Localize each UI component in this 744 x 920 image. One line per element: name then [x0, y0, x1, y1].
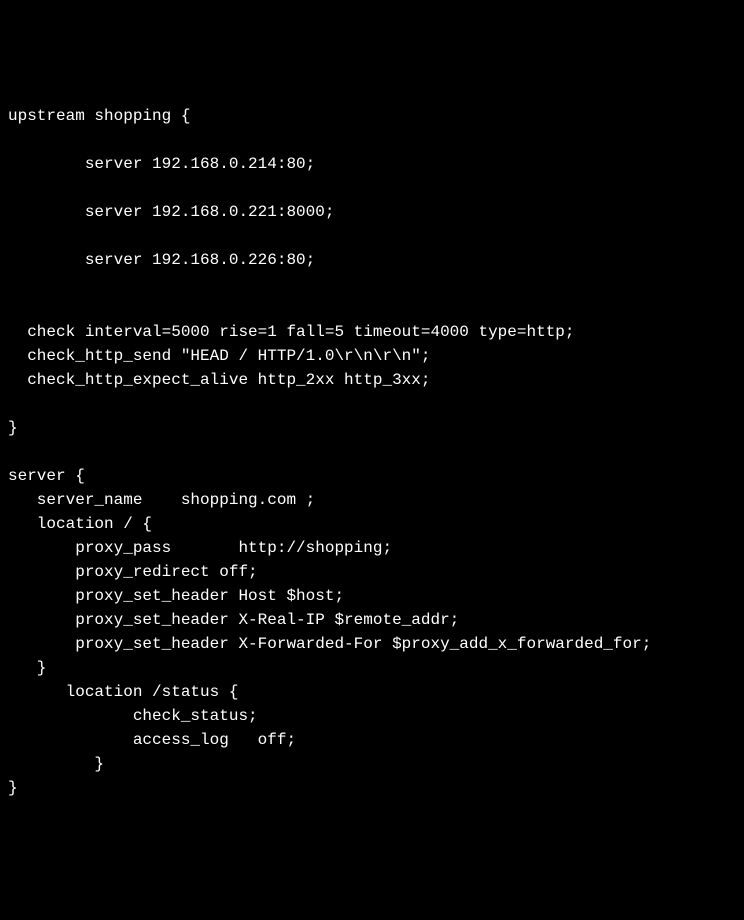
nginx-config-code: upstream shopping { server 192.168.0.214…	[8, 104, 736, 800]
code-line: proxy_set_header X-Real-IP $remote_addr;	[8, 611, 459, 629]
code-line: }	[8, 659, 46, 677]
code-line: access_log off;	[8, 731, 296, 749]
code-line: server 192.168.0.221:8000;	[8, 203, 334, 221]
code-line: location / {	[8, 515, 152, 533]
code-line: }	[8, 419, 18, 437]
code-line: server {	[8, 467, 85, 485]
code-line: }	[8, 755, 104, 773]
code-line: server 192.168.0.214:80;	[8, 155, 315, 173]
code-line: upstream shopping {	[8, 107, 190, 125]
code-line: proxy_pass http://shopping;	[8, 539, 392, 557]
code-line: check_status;	[8, 707, 258, 725]
code-line: server 192.168.0.226:80;	[8, 251, 315, 269]
code-line: check interval=5000 rise=1 fall=5 timeou…	[8, 323, 575, 341]
code-line: }	[8, 779, 18, 797]
code-line: location /status {	[8, 683, 238, 701]
code-line: check_http_expect_alive http_2xx http_3x…	[8, 371, 430, 389]
code-line: proxy_set_header X-Forwarded-For $proxy_…	[8, 635, 651, 653]
code-line: proxy_redirect off;	[8, 563, 258, 581]
code-line: proxy_set_header Host $host;	[8, 587, 344, 605]
code-line: server_name shopping.com ;	[8, 491, 315, 509]
code-line: check_http_send "HEAD / HTTP/1.0\r\n\r\n…	[8, 347, 430, 365]
